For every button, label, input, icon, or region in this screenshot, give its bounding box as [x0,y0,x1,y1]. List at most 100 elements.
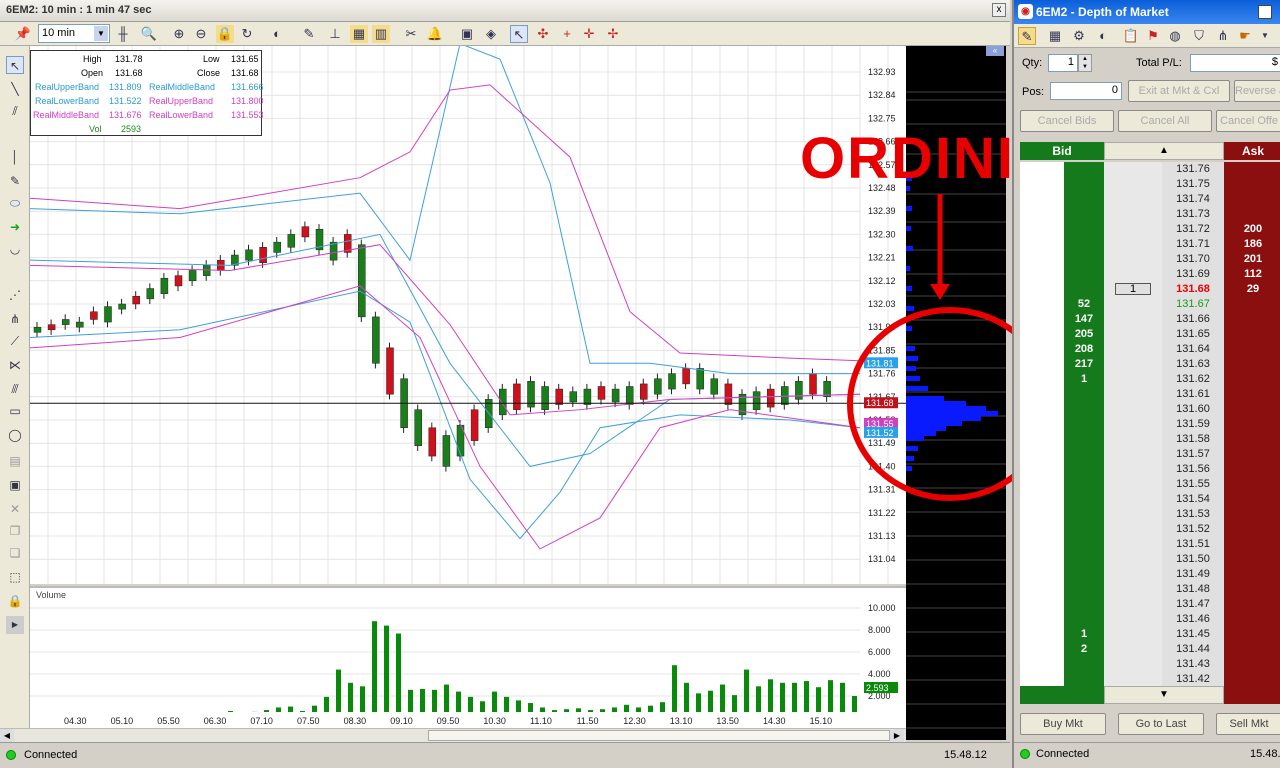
bid-order-cell[interactable] [1020,327,1064,342]
zoom-in-icon[interactable]: ⊕ [170,25,188,43]
network-icon[interactable]: ⋔ [1214,27,1232,45]
bid-cell[interactable]: 52 [1064,297,1104,312]
layout-icon[interactable]: ▦ [350,25,368,43]
pin-icon[interactable]: 📌 [14,25,32,43]
ask-cell[interactable] [1224,537,1280,552]
ask-cell[interactable] [1224,327,1280,342]
order-cell[interactable]: 1 [1104,282,1162,297]
ask-cell[interactable] [1224,492,1280,507]
bid-order-cell[interactable] [1020,312,1064,327]
bid-cell[interactable] [1064,252,1104,267]
ladder-row[interactable]: 131.58 [1020,432,1280,447]
order-cell[interactable] [1104,552,1162,567]
bid-cell[interactable]: 147 [1064,312,1104,327]
order-cell[interactable] [1104,462,1162,477]
bar-type-icon[interactable]: ╫ [114,25,132,43]
select-box-icon[interactable]: ⬚ [6,568,24,586]
bid-order-cell[interactable] [1020,597,1064,612]
scroll-down-icon[interactable]: ▼ [1104,686,1224,704]
ask-cell[interactable] [1224,672,1280,686]
ladder-row[interactable]: 131.57 [1020,447,1280,462]
indicator-icon[interactable]: ◐ [1094,27,1112,45]
bid-cell[interactable] [1064,477,1104,492]
bid-cell[interactable] [1064,402,1104,417]
ellipse-tool-icon[interactable]: ⬭ [6,194,24,212]
interval-select[interactable]: 10 min ▼ [38,24,110,43]
ask-cell[interactable] [1224,372,1280,387]
ladder-row[interactable]: 131.61 [1020,387,1280,402]
sell-market-button[interactable]: Sell Mkt [1216,713,1280,735]
ladder-row[interactable]: 205 131.65 [1020,327,1280,342]
ladder-row[interactable]: 131.75 [1020,177,1280,192]
ladder-row[interactable]: 131.71 186 [1020,237,1280,252]
scroll-left-icon[interactable]: ◀ [0,729,14,742]
order-cell[interactable] [1104,447,1162,462]
order-cell[interactable] [1104,567,1162,582]
pointer-icon[interactable]: ↖ [510,25,528,43]
order-cell[interactable] [1104,357,1162,372]
bid-cell[interactable] [1064,597,1104,612]
delete-icon[interactable]: ✕ [6,500,24,518]
bid-order-cell[interactable] [1020,432,1064,447]
pencil-icon[interactable]: ✎ [1018,27,1036,45]
bid-cell[interactable] [1064,672,1104,686]
ask-cell[interactable] [1224,447,1280,462]
select-icon[interactable]: ↖ [6,56,24,74]
order-cell[interactable] [1104,402,1162,417]
order-cell[interactable] [1104,657,1162,672]
bid-order-cell[interactable] [1020,522,1064,537]
text-icon[interactable]: ▤ [6,452,24,470]
order-cell[interactable] [1104,597,1162,612]
order-cell[interactable] [1104,312,1162,327]
order-cell[interactable] [1104,207,1162,222]
order-cell[interactable] [1104,522,1162,537]
ladder-row[interactable]: 2 131.44 [1020,642,1280,657]
bid-order-cell[interactable] [1020,192,1064,207]
order-cell[interactable] [1104,642,1162,657]
scissors-icon[interactable]: ✂ [402,25,420,43]
ask-cell[interactable] [1224,507,1280,522]
zoom-out-icon[interactable]: ⊖ [192,25,210,43]
indicator-icon[interactable]: ◐ [268,25,286,43]
close-icon[interactable]: x [992,3,1006,17]
paste-icon[interactable]: ❏ [6,544,24,562]
vline-icon[interactable]: │ [6,148,24,166]
note-icon[interactable]: ✎ [6,172,24,190]
ask-cell[interactable] [1224,192,1280,207]
scroll-right-icon[interactable]: ▶ [890,729,904,742]
ask-cell[interactable]: 200 [1224,222,1280,237]
region-icon[interactable]: ▣ [6,476,24,494]
bid-order-cell[interactable] [1020,447,1064,462]
shield-icon[interactable]: ⛉ [1190,27,1208,45]
ladder-row[interactable]: 131.60 [1020,402,1280,417]
clipboard-icon[interactable]: 📋 [1122,27,1140,45]
order-cell[interactable] [1104,177,1162,192]
ladder-row[interactable]: 131.56 [1020,462,1280,477]
bid-order-cell[interactable] [1020,252,1064,267]
ask-cell[interactable] [1224,177,1280,192]
qty-input[interactable]: 1 [1048,54,1078,72]
bid-cell[interactable] [1064,177,1104,192]
arc-icon[interactable]: ◡ [6,240,24,258]
ladder-row[interactable]: 131.42 [1020,672,1280,686]
calculator-icon[interactable]: ▦ [1046,27,1064,45]
qty-stepper[interactable]: ▲ ▼ [1078,54,1092,72]
bid-order-cell[interactable] [1020,537,1064,552]
refresh-icon[interactable]: ↻ [238,25,256,43]
ladder-row[interactable]: 131.76 [1020,162,1280,177]
ask-cell[interactable] [1224,357,1280,372]
bid-order-cell[interactable] [1020,492,1064,507]
ladder-row[interactable]: 131.72 200 [1020,222,1280,237]
globe-icon[interactable]: ◍ [1166,27,1184,45]
ladder-row[interactable]: 131.70 201 [1020,252,1280,267]
bid-cell[interactable]: 1 [1064,372,1104,387]
bid-cell[interactable] [1064,162,1104,177]
bid-cell[interactable]: 208 [1064,342,1104,357]
ask-cell[interactable] [1224,207,1280,222]
bid-cell[interactable] [1064,387,1104,402]
order-cell[interactable] [1104,327,1162,342]
ladder-row[interactable]: 131.47 [1020,597,1280,612]
ladder-row[interactable]: 131.51 [1020,537,1280,552]
bid-order-cell[interactable] [1020,237,1064,252]
ask-cell[interactable] [1224,417,1280,432]
